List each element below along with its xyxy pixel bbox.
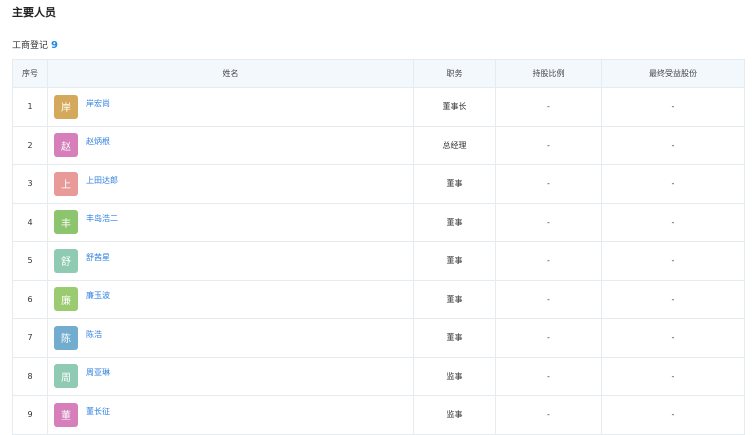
avatar: 岸 [54,94,78,119]
header-index: 序号 [12,59,48,88]
table-header-row: 序号 姓名 职务 持股比例 最终受益股份 [12,59,745,88]
avatar: 周 [54,364,78,389]
shareholding-cell: - [495,125,602,165]
table-row: 6 廉廉玉波 董事 - - [12,279,745,319]
final-benefit-cell: - [601,318,745,358]
registry-tab[interactable]: 工商登记 9 [12,38,58,51]
shareholding-cell: - [495,241,602,281]
header-position: 职务 [413,59,496,88]
shareholding-cell: - [495,202,602,242]
person-name-link[interactable]: 陈浩 [86,329,102,340]
header-shareholding: 持股比例 [495,59,602,88]
row-index: 7 [12,318,48,358]
table-row: 5 舒舒茜星 董事 - - [12,241,745,281]
final-benefit-cell: - [601,87,745,127]
name-cell: 陈陈浩 [47,318,414,358]
avatar: 舒 [54,248,78,273]
header-final-benefit: 最终受益股份 [601,59,745,88]
shareholding-cell: - [495,164,602,204]
row-index: 6 [12,279,48,319]
header-name: 姓名 [47,59,414,88]
avatar: 廉 [54,287,78,312]
final-benefit-cell: - [601,395,745,435]
table-row: 3 上上田达郎 董事 - - [12,164,745,204]
shareholding-cell: - [495,279,602,319]
position-cell: 董事 [413,318,496,358]
avatar: 丰 [54,210,78,235]
row-index: 1 [12,87,48,127]
avatar: 赵 [54,133,78,158]
person-name-link[interactable]: 丰岛浩二 [86,213,118,224]
position-cell: 总经理 [413,125,496,165]
position-cell: 董事 [413,164,496,204]
person-name-link[interactable]: 舒茜星 [86,252,110,263]
table-body: 1 岸岸宏尚 董事长 - -2 赵赵炳根 总经理 - -3 上上田达郎 董事 - -4 丰丰岛浩二 董事 - -… [12,87,745,435]
person: 陈陈浩 [54,325,413,350]
name-cell: 董董长征 [47,395,414,435]
name-cell: 赵赵炳根 [47,125,414,165]
person-name-link[interactable]: 上田达郎 [86,175,118,186]
table-row: 1 岸岸宏尚 董事长 - - [12,87,745,127]
person-name-link[interactable]: 周亚琳 [86,367,110,378]
personnel-table: 序号 姓名 职务 持股比例 最终受益股份 1 岸岸宏尚 董事长 - -2 赵赵炳根 总经理 -… [12,59,745,435]
table-row: 9 董董长征 监事 - - [12,395,745,435]
person: 舒舒茜星 [54,248,413,273]
person: 周周亚琳 [54,364,413,389]
registry-label: 工商登记 [12,41,49,51]
position-cell: 董事 [413,241,496,281]
row-index: 4 [12,202,48,242]
table-row: 7 陈陈浩 董事 - - [12,318,745,358]
row-index: 2 [12,125,48,165]
final-benefit-cell: - [601,164,745,204]
person-name-link[interactable]: 廉玉波 [86,290,110,301]
final-benefit-cell: - [601,241,745,281]
table-row: 2 赵赵炳根 总经理 - - [12,125,745,165]
final-benefit-cell: - [601,202,745,242]
shareholding-cell: - [495,318,602,358]
name-cell: 上上田达郎 [47,164,414,204]
person-name-link[interactable]: 岸宏尚 [86,98,110,109]
shareholding-cell: - [495,87,602,127]
position-cell: 监事 [413,356,496,396]
person-name-link[interactable]: 赵炳根 [86,136,110,147]
shareholding-cell: - [495,395,602,435]
person: 赵赵炳根 [54,133,413,158]
person: 董董长征 [54,402,413,427]
shareholding-cell: - [495,356,602,396]
person: 上上田达郎 [54,171,413,196]
final-benefit-cell: - [601,356,745,396]
final-benefit-cell: - [601,125,745,165]
person-name-link[interactable]: 董长征 [86,406,110,417]
person: 岸岸宏尚 [54,94,413,119]
avatar: 陈 [54,325,78,350]
table-row: 8 周周亚琳 监事 - - [12,356,745,396]
name-cell: 岸岸宏尚 [47,87,414,127]
avatar: 董 [54,402,78,427]
row-index: 5 [12,241,48,281]
person: 廉廉玉波 [54,287,413,312]
row-index: 3 [12,164,48,204]
position-cell: 董事 [413,279,496,319]
section-title: 主要人员 [12,6,56,19]
row-index: 8 [12,356,48,396]
person: 丰丰岛浩二 [54,210,413,235]
table-row: 4 丰丰岛浩二 董事 - - [12,202,745,242]
registry-count: 9 [51,40,58,51]
position-cell: 董事 [413,202,496,242]
name-cell: 周周亚琳 [47,356,414,396]
personnel-table-wrapper: 序号 姓名 职务 持股比例 最终受益股份 1 岸岸宏尚 董事长 - -2 赵赵炳根 总经理 -… [12,59,745,435]
name-cell: 舒舒茜星 [47,241,414,281]
name-cell: 丰丰岛浩二 [47,202,414,242]
final-benefit-cell: - [601,279,745,319]
row-index: 9 [12,395,48,435]
position-cell: 董事长 [413,87,496,127]
position-cell: 监事 [413,395,496,435]
name-cell: 廉廉玉波 [47,279,414,319]
avatar: 上 [54,171,78,196]
